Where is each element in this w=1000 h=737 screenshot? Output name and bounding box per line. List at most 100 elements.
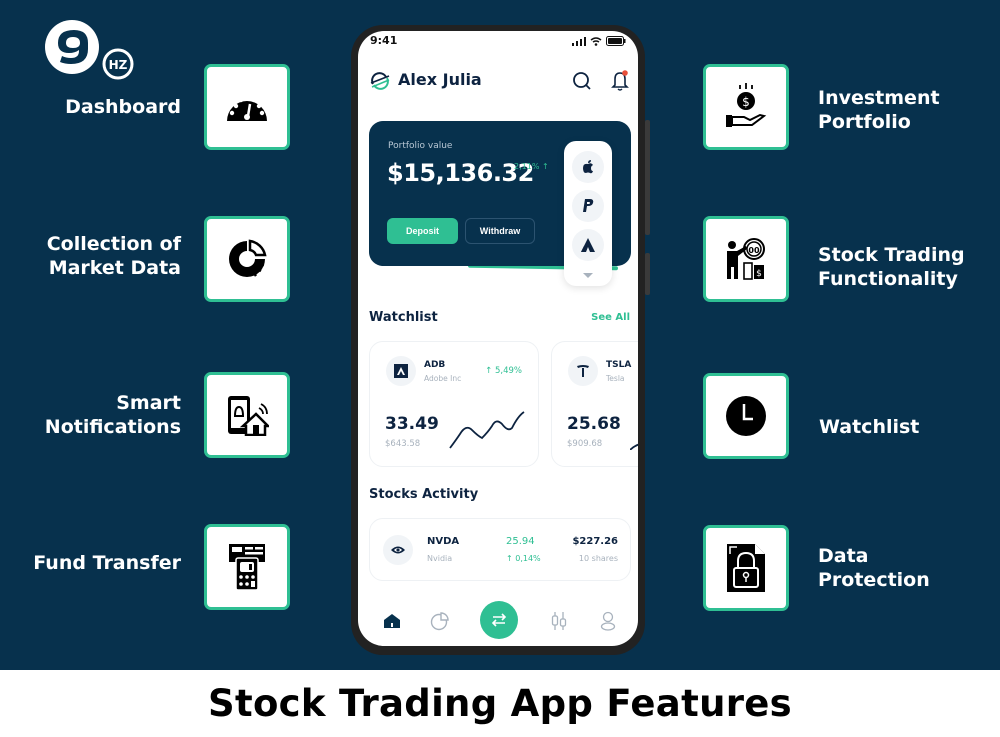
nav-portfolio[interactable]	[428, 609, 452, 633]
phone-mockup: 9:41 Alex Julia Portfolio value $15,136.…	[351, 25, 650, 655]
hand-coin-icon: $	[726, 83, 767, 127]
speedometer-icon	[227, 95, 267, 121]
stocks-activity-title: Stocks Activity	[369, 487, 479, 502]
stock-ticker: NVDA	[427, 536, 460, 547]
nav-market[interactable]	[547, 609, 571, 633]
donut-chart-icon	[229, 239, 267, 277]
feature-label-notifications: Smart Notifications	[45, 391, 181, 439]
feature-label-market-data: Collection of Market Data	[47, 232, 181, 280]
stock-price: 33.49	[385, 414, 439, 434]
portfolio-label: Portfolio value	[388, 141, 453, 151]
feature-label-text: Data	[818, 545, 869, 567]
tesla-icon	[577, 365, 589, 377]
status-bar: 9:41	[358, 31, 638, 53]
svg-text:00: 00	[748, 246, 760, 255]
stock-company: Tesla	[606, 374, 625, 383]
status-time: 9:41	[370, 34, 398, 47]
search-icon[interactable]	[572, 71, 592, 91]
feature-card-dashboard	[204, 64, 290, 150]
svg-text:HZ: HZ	[109, 58, 128, 72]
payment-option-apple[interactable]	[572, 151, 604, 183]
app-logo-icon	[370, 72, 390, 90]
clock-icon	[726, 396, 766, 436]
stock-logo	[386, 356, 416, 386]
holding-shares: 10 shares	[578, 554, 618, 563]
phone-side-button	[645, 253, 650, 295]
nav-home[interactable]	[380, 609, 404, 633]
portfolio-change: 2,11% ↑	[514, 162, 549, 171]
card-terminal-icon	[229, 544, 265, 591]
status-icons	[572, 36, 626, 46]
payment-methods-panel	[564, 141, 612, 286]
feature-card-data-protection	[703, 525, 789, 611]
stock-change: ↑ 5,49%	[485, 366, 522, 376]
page-title: Stock Trading App Features	[208, 682, 792, 725]
feature-label-dashboard: Dashboard	[65, 95, 181, 119]
brand-logo: HZ	[45, 20, 134, 80]
feature-label-text: Smart	[116, 392, 181, 414]
bottom-nav	[358, 601, 638, 646]
footer: Stock Trading App Features	[0, 670, 1000, 737]
apple-pay-icon	[583, 160, 593, 174]
feature-card-investment: $	[703, 64, 789, 150]
phone-side-button	[645, 120, 650, 235]
app-header: Alex Julia	[358, 67, 638, 97]
activity-row[interactable]: NVDA Nvidia 25.94 ↑ 0,14% $227.26 10 sha…	[369, 518, 631, 581]
stock-logo	[568, 356, 598, 386]
feature-card-market-data	[204, 216, 290, 302]
user-name: Alex Julia	[398, 70, 482, 89]
feature-label-text: Fund Transfer	[33, 552, 181, 574]
signal-icon	[572, 36, 586, 46]
wifi-icon	[590, 36, 602, 46]
feature-label-text: Protection	[818, 569, 930, 591]
paypal-icon	[583, 199, 594, 212]
feature-label-text: Market Data	[48, 257, 181, 279]
stock-ticker: ADB	[424, 360, 446, 370]
feature-card-stock-trading: 00 $	[703, 216, 789, 302]
stock-logo	[383, 535, 413, 565]
watchlist-card[interactable]: ADB Adobe Inc ↑ 5,49% 33.49 $643.58	[369, 341, 539, 467]
chevron-down-icon[interactable]	[583, 273, 593, 278]
svg-text:$: $	[742, 95, 750, 109]
candlestick-icon	[551, 612, 567, 630]
feature-label-text: Collection of	[46, 233, 181, 255]
payment-option-atlassian[interactable]	[572, 229, 604, 261]
stock-price: 25.94	[506, 536, 535, 547]
watchlist-card[interactable]: TSLA Tesla 25.68 $909.68	[551, 341, 638, 467]
feature-label-watchlist: Watchlist	[819, 415, 919, 439]
stock-value: $909.68	[567, 439, 603, 449]
feature-label-fund-transfer: Fund Transfer	[33, 551, 181, 575]
feature-label-data-protection: Data Protection	[818, 544, 930, 592]
infographic-canvas: HZ Dashboard Collection of Market Data S…	[0, 0, 1000, 670]
atlassian-icon	[581, 238, 595, 252]
stock-value: $643.58	[385, 439, 421, 449]
deposit-button[interactable]: Deposit	[387, 218, 458, 244]
feature-card-fund-transfer	[204, 524, 290, 610]
feature-card-notifications	[204, 372, 290, 458]
swap-arrows-icon	[491, 613, 507, 627]
svg-text:$: $	[756, 269, 762, 279]
feature-label-text: Portfolio	[818, 111, 911, 133]
feature-label-text: Notifications	[44, 416, 181, 438]
sparkline-chart	[449, 411, 525, 449]
feature-label-text: Dashboard	[65, 96, 181, 118]
withdraw-button[interactable]: Withdraw	[465, 218, 535, 244]
payment-option-paypal[interactable]	[572, 190, 604, 222]
home-icon	[384, 614, 400, 628]
feature-label-investment: Investment Portfolio	[818, 86, 940, 134]
nvidia-icon	[391, 546, 405, 554]
stock-change: ↑ 0,14%	[506, 554, 541, 563]
locked-file-icon	[727, 544, 765, 592]
bell-icon[interactable]	[611, 69, 629, 91]
feature-label-text: Stock Trading	[818, 244, 965, 266]
user-icon	[600, 611, 616, 631]
phone-screen: 9:41 Alex Julia Portfolio value $15,136.…	[358, 31, 638, 646]
notification-dot	[622, 70, 628, 76]
nav-transfer[interactable]	[480, 601, 518, 639]
battery-icon	[606, 36, 626, 46]
see-all-link[interactable]: See All	[591, 312, 630, 323]
nav-profile[interactable]	[596, 609, 620, 633]
holding-total: $227.26	[572, 536, 618, 547]
stock-company: Adobe Inc	[424, 374, 462, 383]
feature-label-text: Watchlist	[819, 416, 920, 438]
